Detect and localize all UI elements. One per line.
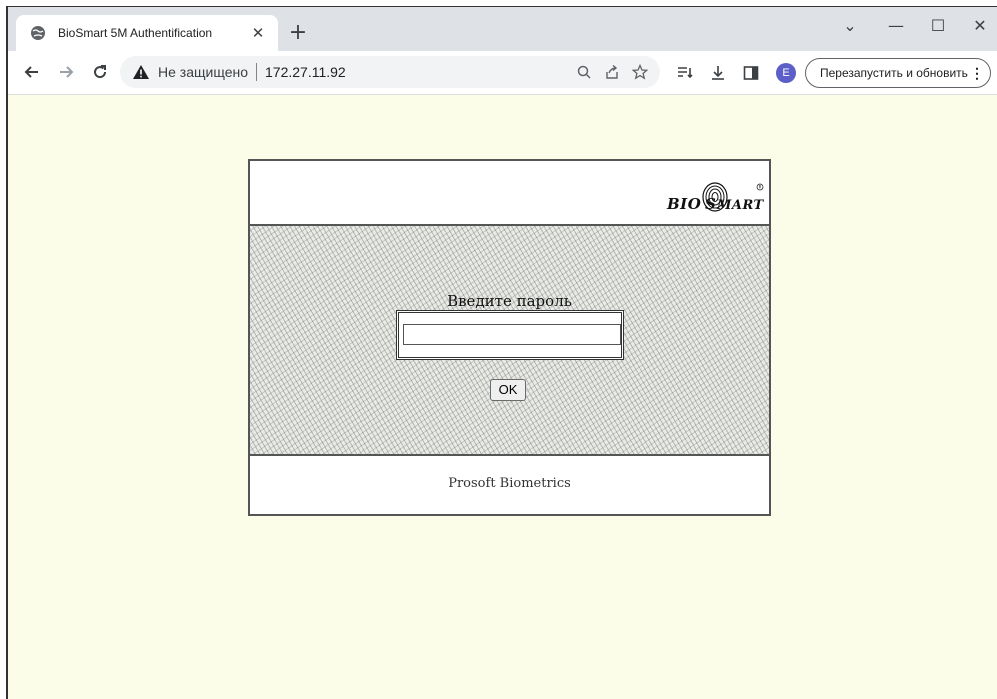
search-icon[interactable] [570, 60, 598, 84]
biosmart-logo: BIO S MART R [666, 182, 765, 213]
security-status[interactable]: Не защищено [158, 64, 248, 80]
svg-text:BIO: BIO [666, 195, 701, 213]
side-panel-icon[interactable] [738, 60, 764, 86]
maximize-icon[interactable]: ☐ [916, 11, 960, 43]
svg-text:S: S [705, 195, 716, 213]
chevron-down-icon[interactable]: ⌄ [828, 11, 872, 43]
password-prompt: Введите пароль [447, 292, 572, 310]
ok-button[interactable]: OK [490, 379, 526, 401]
share-icon[interactable] [598, 60, 626, 84]
page-content: BIO S MART R Введите пароль OK Prosoft B… [8, 96, 997, 699]
close-icon[interactable]: ✕ [248, 24, 268, 42]
password-input[interactable] [403, 324, 621, 345]
browser-window: BioSmart 5M Authentification ✕ + ⌄ — ☐ ✕… [6, 6, 997, 699]
warning-icon[interactable] [132, 64, 150, 80]
minimize-icon[interactable]: — [874, 11, 918, 43]
relaunch-label: Перезапустить и обновить [820, 66, 968, 80]
login-form-area: Введите пароль OK [250, 226, 769, 456]
plus-icon[interactable]: + [284, 20, 312, 48]
login-panel: BIO S MART R Введите пароль OK Prosoft B… [248, 159, 771, 516]
globe-icon [31, 26, 45, 40]
relaunch-button[interactable]: Перезапустить и обновить ⋮ [805, 58, 991, 88]
star-icon[interactable] [626, 60, 654, 84]
download-icon[interactable] [705, 60, 731, 86]
panel-header: BIO S MART R [250, 161, 769, 226]
tab-title: BioSmart 5M Authentification [58, 26, 213, 40]
password-field-frame [396, 310, 624, 360]
separator [256, 63, 257, 81]
reading-list-icon[interactable] [672, 60, 698, 86]
reload-icon[interactable] [86, 58, 114, 86]
tab-strip: BioSmart 5M Authentification ✕ + ⌄ — ☐ ✕ [8, 7, 997, 51]
footer-text: Prosoft Biometrics [448, 476, 571, 491]
kebab-menu-icon[interactable]: ⋮ [970, 59, 984, 87]
svg-text:MART: MART [716, 198, 765, 213]
arrow-left-icon[interactable] [18, 58, 46, 86]
panel-footer: Prosoft Biometrics [250, 456, 769, 514]
url-text[interactable]: 172.27.11.92 [265, 64, 346, 80]
omnibox-icons [570, 60, 654, 84]
address-bar[interactable]: Не защищено 172.27.11.92 [120, 56, 660, 88]
browser-toolbar: Не защищено 172.27.11.92 E Перезапустить… [8, 51, 997, 95]
avatar[interactable]: E [776, 63, 796, 83]
window-close-icon[interactable]: ✕ [958, 11, 997, 43]
arrow-right-icon[interactable] [52, 58, 80, 86]
svg-text:R: R [759, 185, 762, 190]
browser-tab[interactable]: BioSmart 5M Authentification ✕ [16, 15, 278, 51]
